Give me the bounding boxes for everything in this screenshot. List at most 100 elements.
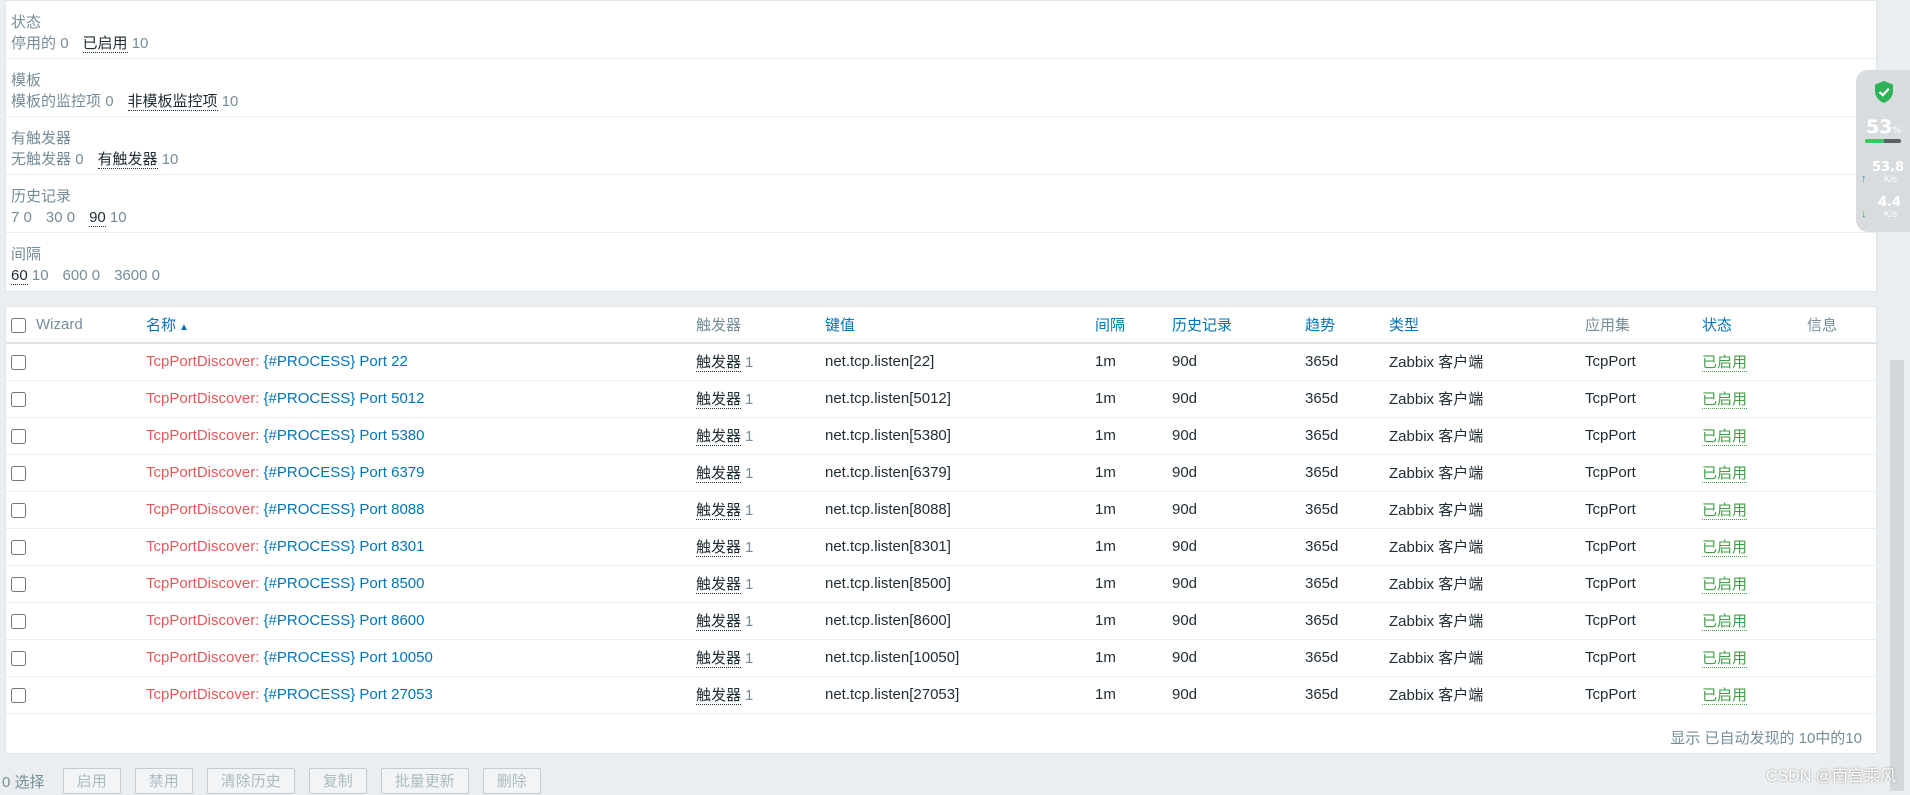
mass-action-button[interactable]: 复制 (308, 768, 367, 794)
filter-option[interactable]: 60 10 (11, 267, 49, 285)
col-history[interactable]: 历史记录 (1172, 307, 1305, 344)
item-name-link[interactable]: {#PROCESS} Port 8301 (264, 538, 425, 555)
info-cell (1807, 565, 1878, 602)
type-cell: Zabbix 客户端 (1389, 428, 1484, 445)
col-key[interactable]: 键值 (825, 307, 1095, 344)
mass-action-button[interactable]: 禁用 (134, 768, 193, 794)
status-toggle-link[interactable]: 已启用 (1702, 354, 1748, 373)
filter-option-label[interactable]: 非模板监控项 (127, 93, 218, 111)
item-name-link[interactable]: {#PROCESS} Port 8088 (264, 501, 425, 518)
template-link[interactable]: TcpPortDiscover (146, 501, 255, 518)
col-name-label[interactable]: 名称 (146, 317, 176, 334)
filter-option-label[interactable]: 600 (63, 267, 88, 284)
triggers-cell: 触发器 1 (696, 491, 825, 528)
row-checkbox[interactable] (11, 650, 26, 666)
template-link[interactable]: TcpPortDiscover (146, 686, 255, 703)
download-speed-unit: K/s (1884, 209, 1898, 219)
triggers-link[interactable]: 触发器 (696, 354, 742, 373)
filter-option[interactable]: 停用的 0 (11, 35, 69, 52)
template-link[interactable]: TcpPortDiscover (146, 575, 255, 592)
filter-option-label[interactable]: 模板的监控项 (11, 93, 101, 110)
triggers-link[interactable]: 触发器 (696, 613, 742, 631)
col-trends[interactable]: 趋势 (1305, 307, 1389, 344)
col-name[interactable]: 名称 ▲ (146, 307, 696, 344)
item-name-link[interactable]: {#PROCESS} Port 27053 (264, 686, 433, 703)
filter-option-label[interactable]: 90 (89, 209, 106, 227)
template-link[interactable]: TcpPortDiscover (146, 612, 255, 629)
item-name-link[interactable]: {#PROCESS} Port 5012 (264, 390, 425, 407)
mass-action-button[interactable]: 清除历史 (206, 768, 295, 794)
triggers-link[interactable]: 触发器 (696, 539, 742, 557)
network-monitor-widget[interactable]: 53% ↑ 53.8 K/s ↓ 4.4 K/s (1856, 70, 1910, 232)
template-link[interactable]: TcpPortDiscover (146, 538, 255, 555)
status-toggle-link[interactable]: 已启用 (1702, 539, 1748, 557)
status-toggle-link[interactable]: 已启用 (1702, 428, 1748, 446)
col-status[interactable]: 状态 (1702, 307, 1807, 344)
status-toggle-link[interactable]: 已启用 (1702, 650, 1748, 668)
triggers-link[interactable]: 触发器 (696, 502, 742, 520)
mass-action-button[interactable]: 删除 (482, 768, 541, 794)
item-name-link[interactable]: {#PROCESS} Port 5380 (264, 427, 425, 444)
item-name-link[interactable]: {#PROCESS} Port 22 (264, 353, 408, 370)
status-toggle-link[interactable]: 已启用 (1702, 391, 1748, 409)
filter-options: 无触发器 0 有触发器 10 (11, 150, 1876, 169)
mass-action-button[interactable]: 批量更新 (380, 768, 469, 794)
filter-option[interactable]: 模板的监控项 0 (11, 93, 114, 110)
col-type[interactable]: 类型 (1389, 307, 1585, 344)
triggers-link[interactable]: 触发器 (696, 465, 742, 483)
item-name-link[interactable]: {#PROCESS} Port 8500 (264, 575, 425, 592)
filter-option-label[interactable]: 3600 (114, 267, 147, 284)
filter-option-label[interactable]: 无触发器 (11, 151, 71, 168)
filter-option[interactable]: 7 0 (11, 209, 32, 226)
filter-option-label[interactable]: 有触发器 (97, 151, 158, 169)
select-all-checkbox[interactable] (11, 317, 26, 333)
template-link[interactable]: TcpPortDiscover (146, 390, 255, 407)
item-name-link[interactable]: {#PROCESS} Port 10050 (264, 649, 433, 666)
triggers-link[interactable]: 触发器 (696, 428, 742, 446)
filter-option[interactable]: 90 10 (89, 209, 127, 227)
interval-cell: 1m (1095, 575, 1116, 592)
row-checkbox[interactable] (11, 502, 26, 518)
row-checkbox[interactable] (11, 576, 26, 592)
filter-option[interactable]: 有触发器 10 (97, 151, 178, 169)
triggers-link[interactable]: 触发器 (696, 687, 742, 705)
filter-group-title: 间隔 (11, 246, 42, 263)
row-checkbox[interactable] (11, 539, 26, 555)
filter-option[interactable]: 非模板监控项 10 (127, 93, 238, 111)
page-scrollbar[interactable] (1890, 360, 1904, 791)
filter-option-label[interactable]: 60 (11, 267, 28, 285)
filter-option-count: 0 (105, 93, 114, 110)
status-toggle-link[interactable]: 已启用 (1702, 613, 1748, 631)
filter-option[interactable]: 3600 0 (114, 267, 160, 284)
row-checkbox[interactable] (11, 465, 26, 481)
filter-option-label[interactable]: 30 (46, 209, 63, 226)
row-checkbox[interactable] (11, 687, 26, 703)
status-toggle-link[interactable]: 已启用 (1702, 687, 1748, 705)
col-interval[interactable]: 间隔 (1095, 307, 1172, 344)
mass-action-button[interactable]: 启用 (62, 768, 121, 794)
filter-option[interactable]: 30 0 (46, 209, 75, 226)
filter-option-label[interactable]: 已启用 (82, 35, 128, 53)
row-checkbox[interactable] (11, 613, 26, 629)
row-checkbox[interactable] (11, 391, 26, 407)
template-link[interactable]: TcpPortDiscover (146, 649, 255, 666)
triggers-link[interactable]: 触发器 (696, 576, 742, 594)
interval-cell: 1m (1095, 501, 1116, 518)
filter-option[interactable]: 600 0 (63, 267, 101, 284)
template-link[interactable]: TcpPortDiscover (146, 427, 255, 444)
item-name-link[interactable]: {#PROCESS} Port 8600 (264, 612, 425, 629)
status-toggle-link[interactable]: 已启用 (1702, 502, 1748, 520)
filter-option[interactable]: 已启用 10 (82, 35, 148, 53)
status-toggle-link[interactable]: 已启用 (1702, 576, 1748, 594)
template-link[interactable]: TcpPortDiscover (146, 464, 255, 481)
item-name-link[interactable]: {#PROCESS} Port 6379 (264, 464, 425, 481)
filter-option[interactable]: 无触发器 0 (11, 151, 84, 168)
row-checkbox[interactable] (11, 428, 26, 444)
status-toggle-link[interactable]: 已启用 (1702, 465, 1748, 483)
triggers-link[interactable]: 触发器 (696, 391, 742, 409)
filter-option-label[interactable]: 停用的 (11, 35, 56, 52)
template-link[interactable]: TcpPortDiscover (146, 353, 255, 370)
row-checkbox[interactable] (11, 354, 26, 370)
triggers-link[interactable]: 触发器 (696, 650, 742, 668)
filter-option-label[interactable]: 7 (11, 209, 19, 226)
